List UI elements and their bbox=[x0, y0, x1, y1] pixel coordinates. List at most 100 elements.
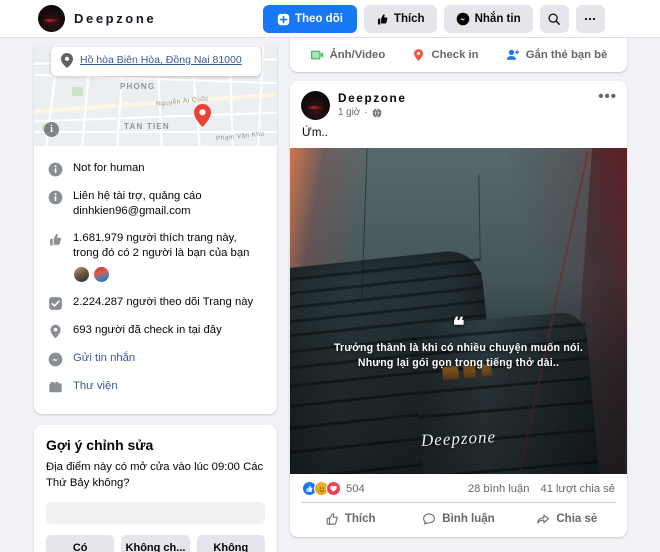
reaction-count: 504 bbox=[346, 482, 365, 495]
avatar[interactable] bbox=[73, 266, 90, 283]
page-brand[interactable]: Deepzone bbox=[38, 5, 156, 32]
post-actions: Thích Bình luận Chia sẻ bbox=[290, 503, 627, 537]
info-text: 693 người đã check in tại đây bbox=[73, 324, 222, 336]
post-header: Deepzone 1 giờ · ••• bbox=[290, 81, 627, 120]
avatar[interactable] bbox=[93, 266, 110, 283]
library-icon bbox=[48, 380, 63, 395]
composer-check-in[interactable]: Check in bbox=[406, 44, 484, 66]
location-pin-icon bbox=[48, 324, 63, 339]
message-button[interactable]: Nhắn tin bbox=[443, 5, 533, 33]
share-count[interactable]: 41 lượt chia sẻ bbox=[540, 483, 615, 495]
composer-tag-friends-label: Gắn thẻ bạn bè bbox=[525, 49, 608, 61]
composer-check-in-label: Check in bbox=[431, 49, 479, 61]
deepzone-logo-avatar[interactable] bbox=[38, 5, 65, 32]
composer-options-bar: Ảnh/Video Check in Gắn thẻ bạn bè bbox=[290, 38, 627, 72]
reaction-summary[interactable]: 504 bbox=[302, 481, 365, 496]
map-label-tan-tien: TAN TIEN bbox=[124, 122, 170, 131]
friend-avatars[interactable] bbox=[73, 266, 263, 283]
info-row-checkins: 693 người đã check in tại đây bbox=[46, 317, 265, 345]
suggest-edits-input[interactable] bbox=[46, 502, 265, 524]
follow-button-label: Theo dõi bbox=[295, 13, 343, 25]
comment-count[interactable]: 28 bình luận bbox=[468, 483, 530, 495]
about-card: PHONG TAN TIEN Nguyễn Ái Quốc Phạm Văn K… bbox=[34, 47, 277, 414]
address-bubble[interactable]: Hồ hòa Biên Hòa, Đồng Nai 81000 bbox=[51, 47, 261, 76]
location-pin-icon bbox=[61, 53, 73, 68]
header-actions: Theo dõi Thích Nhắn tin bbox=[263, 5, 605, 33]
post-engagement: 504 28 bình luận 41 lượt chia sẻ bbox=[290, 474, 627, 502]
quote-mark-icon: ❝ bbox=[452, 313, 465, 338]
post-meta: 1 giờ · bbox=[338, 107, 407, 118]
comment-bubble-icon bbox=[422, 512, 436, 526]
answer-unsure-button[interactable]: Không ch... bbox=[121, 535, 190, 552]
ellipsis-icon bbox=[583, 12, 597, 26]
info-row-not-for-human: Not for human bbox=[46, 155, 265, 183]
composer-photo-video[interactable]: Ảnh/Video bbox=[304, 44, 392, 66]
post-share-label: Chia sẻ bbox=[556, 513, 598, 525]
info-text: 1.681.979 người thích trang này, trong đ… bbox=[73, 232, 250, 259]
map-info-icon[interactable]: i bbox=[44, 122, 59, 137]
messenger-icon bbox=[456, 12, 470, 26]
follow-button[interactable]: Theo dõi bbox=[263, 5, 357, 33]
like-page-label: Thích bbox=[393, 13, 425, 25]
post-comment-label: Bình luận bbox=[442, 513, 495, 525]
suggest-edits-title: Gợi ý chỉnh sửa bbox=[46, 437, 154, 453]
info-text[interactable]: Thư viện bbox=[73, 379, 118, 394]
post-meta-dot: · bbox=[364, 107, 368, 118]
composer-tag-friends[interactable]: Gắn thẻ bạn bè bbox=[500, 44, 614, 66]
answer-no-button[interactable]: Không bbox=[196, 535, 265, 552]
post-image[interactable]: ❝ Trưởng thành là khi có nhiều chuyện mu… bbox=[290, 148, 627, 474]
follow-plus-icon bbox=[277, 13, 290, 26]
share-arrow-icon bbox=[536, 512, 550, 526]
page-title: Deepzone bbox=[74, 11, 157, 26]
info-text: Liên hệ tài trợ, quảng cáo dinhkien96@gm… bbox=[73, 190, 202, 217]
main-feed: Ảnh/Video Check in Gắn thẻ bạn bè Deepzo… bbox=[290, 38, 627, 537]
post-timestamp[interactable]: 1 giờ bbox=[338, 107, 360, 118]
info-text[interactable]: Gửi tin nhắn bbox=[73, 351, 135, 366]
page-header: Deepzone Theo dõi Thích Nhắn tin bbox=[0, 0, 660, 38]
info-circle-icon bbox=[48, 190, 63, 205]
info-row-send-message[interactable]: Gửi tin nhắn bbox=[46, 345, 265, 373]
map-marker-icon bbox=[194, 104, 211, 127]
post-text: Ứm.. bbox=[302, 127, 328, 139]
post-comment-button[interactable]: Bình luận bbox=[404, 505, 512, 533]
search-button[interactable] bbox=[539, 5, 569, 33]
more-options-button[interactable] bbox=[575, 5, 605, 33]
info-row-likes: 1.681.979 người thích trang này, trong đ… bbox=[46, 225, 265, 289]
left-sidebar: PHONG TAN TIEN Nguyễn Ái Quốc Phạm Văn K… bbox=[34, 47, 277, 552]
composer-photo-video-label: Ảnh/Video bbox=[329, 49, 386, 61]
map-preview[interactable]: PHONG TAN TIEN Nguyễn Ái Quốc Phạm Văn K… bbox=[34, 47, 277, 146]
suggest-edits-question: Địa điểm này có mở cửa vào lúc 09:00 Các… bbox=[46, 461, 264, 489]
message-button-label: Nhắn tin bbox=[474, 13, 521, 25]
tag-friends-icon bbox=[506, 48, 520, 62]
info-row-contact: Liên hệ tài trợ, quảng cáo dinhkien96@gm… bbox=[46, 183, 265, 225]
map-label-phong: PHONG bbox=[120, 82, 156, 91]
answer-yes-button[interactable]: Có bbox=[46, 535, 115, 552]
quote-line-2: Nhưng lại gói gọn trong tiếng thở dài.. bbox=[357, 357, 560, 369]
address-link[interactable]: Hồ hòa Biên Hòa, Đồng Nai 81000 bbox=[80, 53, 242, 67]
post-share-button[interactable]: Chia sẻ bbox=[513, 505, 621, 533]
info-row-followers: 2.224.287 người theo dõi Trang này bbox=[46, 289, 265, 317]
info-row-library[interactable]: Thư viện bbox=[46, 373, 265, 401]
globe-icon bbox=[372, 108, 382, 118]
photo-quote: ❝ Trưởng thành là khi có nhiều chuyện mu… bbox=[290, 313, 627, 371]
post-author-name[interactable]: Deepzone bbox=[338, 91, 407, 105]
post-menu-button[interactable]: ••• bbox=[598, 89, 617, 104]
thumbs-up-icon bbox=[48, 232, 63, 247]
suggest-edits-buttons: Có Không ch... Không bbox=[46, 535, 265, 552]
thumbs-up-icon bbox=[376, 13, 389, 26]
check-square-icon bbox=[48, 296, 63, 311]
photo-video-icon bbox=[310, 48, 324, 62]
like-page-button[interactable]: Thích bbox=[363, 5, 437, 33]
reaction-icons bbox=[302, 481, 341, 496]
page-content: PHONG TAN TIEN Nguyễn Ái Quốc Phạm Văn K… bbox=[0, 38, 660, 552]
post-like-button[interactable]: Thích bbox=[296, 505, 404, 533]
reaction-love-icon bbox=[326, 481, 341, 496]
deepzone-logo-avatar[interactable] bbox=[301, 91, 330, 120]
post-card: Deepzone 1 giờ · ••• Ứm.. ❝ Trưởng thành… bbox=[290, 81, 627, 537]
post-like-label: Thích bbox=[344, 513, 376, 525]
thumbs-up-outline-icon bbox=[325, 512, 339, 526]
info-text: 2.224.287 người theo dõi Trang này bbox=[73, 296, 254, 308]
suggest-edits-card: Gợi ý chỉnh sửa Địa điểm này có mở cửa v… bbox=[34, 425, 277, 552]
page-info-list: Not for human Liên hệ tài trợ, quảng cáo… bbox=[34, 146, 277, 414]
post-counts: 28 bình luận 41 lượt chia sẻ bbox=[468, 483, 615, 495]
